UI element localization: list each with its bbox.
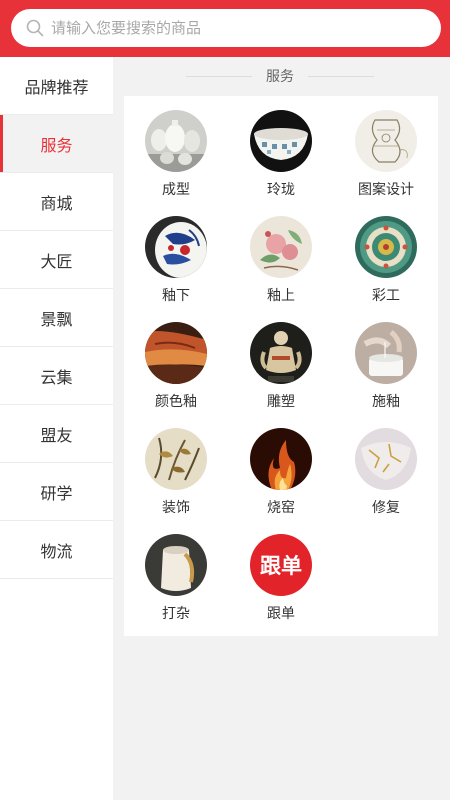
sculpture-thumbnail	[250, 322, 312, 384]
services-grid: 成型 玲珑 图案设计 釉下 釉上 彩工 颜色釉 雕塑 施釉 装饰 烧窑 修复 打…	[124, 96, 438, 636]
service-label: 颜色釉	[155, 394, 197, 410]
underglaze-thumbnail	[145, 216, 207, 278]
service-label: 雕塑	[267, 394, 295, 410]
service-label: 装饰	[162, 500, 190, 516]
service-label: 玲珑	[267, 182, 295, 198]
order-tracking-thumbnail: 跟单	[250, 534, 312, 596]
odd-jobs-thumbnail	[145, 534, 207, 596]
service-order-tracking[interactable]: 跟单 跟单	[229, 534, 333, 623]
section-title: 服务	[266, 69, 294, 85]
service-decoration[interactable]: 装饰	[124, 428, 228, 517]
sidebar-item-label: 大匠	[40, 251, 73, 271]
divider	[186, 75, 252, 77]
service-color-glaze[interactable]: 颜色釉	[124, 322, 228, 411]
sidebar-item-label: 景飘	[40, 309, 73, 329]
section-header: 服务	[186, 64, 374, 88]
glazing-thumbnail	[355, 322, 417, 384]
service-label: 跟单	[267, 606, 295, 622]
service-linglong[interactable]: 玲珑	[229, 110, 333, 199]
sidebar-item-services[interactable]: 服务	[0, 115, 113, 173]
top-bar	[0, 0, 450, 57]
service-color-work[interactable]: 彩工	[334, 216, 438, 305]
linglong-thumbnail	[250, 110, 312, 172]
service-label: 彩工	[372, 288, 400, 304]
sidebar-item-label: 云集	[40, 367, 73, 387]
sidebar-item-yunji[interactable]: 云集	[0, 347, 113, 405]
service-label: 釉下	[162, 288, 190, 304]
sidebar-item-logistics[interactable]: 物流	[0, 521, 113, 579]
category-sidebar: 品牌推荐 服务 商城 大匠 景飘 云集 盟友 研学 物流	[0, 57, 113, 800]
overglaze-thumbnail	[250, 216, 312, 278]
decoration-thumbnail	[145, 428, 207, 490]
sidebar-item-label: 研学	[40, 483, 73, 503]
sidebar-item-brand-recommend[interactable]: 品牌推荐	[0, 57, 113, 115]
repair-thumbnail	[355, 428, 417, 490]
service-repair[interactable]: 修复	[334, 428, 438, 517]
service-odd-jobs[interactable]: 打杂	[124, 534, 228, 623]
service-label: 成型	[162, 182, 190, 198]
sidebar-item-study[interactable]: 研学	[0, 463, 113, 521]
service-label: 施釉	[372, 394, 400, 410]
sidebar-item-mall[interactable]: 商城	[0, 173, 113, 231]
order-tracking-badge-text: 跟单	[260, 554, 302, 578]
search-bar[interactable]	[11, 9, 441, 47]
sidebar-item-allies[interactable]: 盟友	[0, 405, 113, 463]
divider	[308, 75, 374, 77]
forming-thumbnail	[145, 110, 207, 172]
sidebar-item-label: 物流	[40, 541, 73, 561]
service-sculpture[interactable]: 雕塑	[229, 322, 333, 411]
service-pattern-design[interactable]: 图案设计	[334, 110, 438, 199]
service-label: 修复	[372, 500, 400, 516]
sidebar-item-master[interactable]: 大匠	[0, 231, 113, 289]
service-label: 打杂	[162, 606, 190, 622]
service-firing[interactable]: 烧窑	[229, 428, 333, 517]
search-input[interactable]	[51, 9, 431, 47]
sidebar-item-label: 品牌推荐	[24, 77, 89, 97]
service-forming[interactable]: 成型	[124, 110, 228, 199]
firing-thumbnail	[250, 428, 312, 490]
search-icon	[26, 19, 44, 37]
color-work-thumbnail	[355, 216, 417, 278]
service-underglaze[interactable]: 釉下	[124, 216, 228, 305]
pattern-design-thumbnail	[355, 110, 417, 172]
sidebar-item-jingpiao[interactable]: 景飘	[0, 289, 113, 347]
sidebar-item-label: 商城	[40, 193, 73, 213]
color-glaze-thumbnail	[145, 322, 207, 384]
service-overglaze[interactable]: 釉上	[229, 216, 333, 305]
service-glazing[interactable]: 施釉	[334, 322, 438, 411]
service-label: 釉上	[267, 288, 295, 304]
service-label: 图案设计	[358, 182, 414, 198]
service-label: 烧窑	[267, 500, 295, 516]
sidebar-item-label: 盟友	[40, 425, 73, 445]
sidebar-item-label: 服务	[40, 135, 73, 155]
